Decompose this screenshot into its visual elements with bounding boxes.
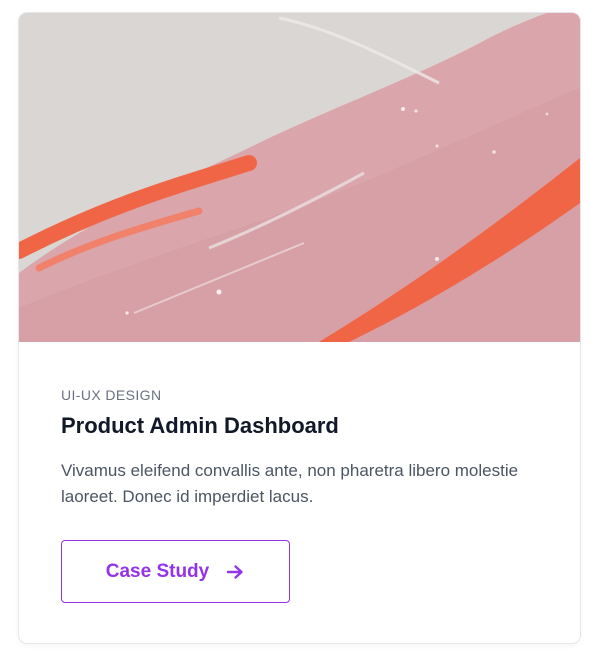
- case-study-button[interactable]: Case Study: [61, 540, 290, 603]
- arrow-right-icon: [225, 562, 245, 582]
- project-cover-image: [19, 13, 580, 342]
- project-description: Vivamus eleifend convallis ante, non pha…: [61, 461, 519, 506]
- project-category: UI-UX DESIGN: [61, 387, 162, 403]
- project-title: Product Admin Dashboard: [61, 413, 339, 438]
- project-card: UI-UX DESIGN Product Admin Dashboard Viv…: [18, 12, 581, 644]
- case-study-label: Case Study: [105, 560, 210, 582]
